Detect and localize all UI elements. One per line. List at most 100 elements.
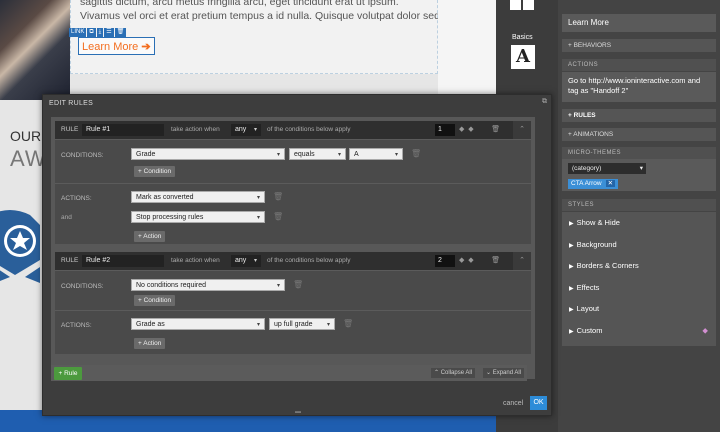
style-label: Background <box>576 239 617 249</box>
rule-controls: ◆ ◆ 🗑 <box>459 125 500 133</box>
delete-condition-icon[interactable]: 🗑 <box>411 149 421 158</box>
take-action-label: take action when <box>171 126 220 133</box>
link-label[interactable]: LINK <box>69 28 87 37</box>
rule-label: RULE <box>61 126 79 133</box>
condition-field-select[interactable]: Grade <box>131 148 285 161</box>
delete-action-icon[interactable]: 🗑 <box>273 192 283 201</box>
action-select[interactable]: Grade as <box>131 318 265 331</box>
actions-header: ACTIONS <box>562 59 716 71</box>
styles-list: ▶ Show & Hide ▶ Background ▶ Borders & Corn… <box>562 212 716 346</box>
move-down-icon[interactable]: ◆ <box>468 257 473 264</box>
conditions-section: CONDITIONS: No conditions required 🗑 + C… <box>55 270 531 310</box>
heading-text: OUR <box>10 128 42 144</box>
text-tool-icon[interactable]: A <box>511 45 535 69</box>
download-icon[interactable]: ⤓ <box>96 28 104 37</box>
condition-operator-select[interactable]: equals <box>289 148 346 161</box>
actions-label: ACTIONS: <box>61 322 92 329</box>
match-select[interactable]: any <box>231 255 261 267</box>
delete-condition-icon[interactable]: 🗑 <box>293 280 303 289</box>
condition-value-select[interactable]: A <box>349 148 403 161</box>
style-show-hide[interactable]: ▶ Show & Hide <box>562 212 716 234</box>
actions-section: ACTIONS: Mark as converted 🗑 and Stop pr… <box>55 183 531 244</box>
collapse-rule-icon[interactable]: ⌃ <box>513 121 531 139</box>
rules-list: RULE Rule #1 take action when any of the… <box>51 117 535 379</box>
action-select[interactable]: Mark as converted <box>131 191 265 204</box>
layout-grid-icon[interactable] <box>510 0 534 10</box>
collapse-all-button[interactable]: ⌃ Collapse All <box>431 368 476 378</box>
conditions-label: CONDITIONS: <box>61 283 104 290</box>
actions-summary[interactable]: Go to http://www.ioninteractive.com and … <box>562 72 716 102</box>
rule-card: RULE Rule #1 take action when any of the… <box>55 121 531 244</box>
and-label: and <box>61 214 72 221</box>
resize-grip-icon[interactable]: ▬ <box>295 409 301 415</box>
trash-icon[interactable]: 🗑 <box>114 28 127 37</box>
move-down-icon[interactable]: ◆ <box>468 126 473 133</box>
learn-more-link[interactable]: Learn More ➔ <box>78 37 155 55</box>
rules-toggle[interactable]: + RULES <box>562 109 716 122</box>
arrow-right-icon: ➔ <box>141 41 151 53</box>
move-up-icon[interactable]: ◆ <box>459 126 464 133</box>
properties-panel: Learn More + BEHAVIORS ACTIONS Go to htt… <box>558 0 720 432</box>
styles-header: STYLES <box>562 199 716 211</box>
take-action-label: take action when <box>171 257 220 264</box>
expand-triangle-icon: ▶ <box>569 328 574 335</box>
body-text-line: sagittis dictum, arcu metus fringilla ar… <box>80 0 399 8</box>
actions-label: ACTIONS: <box>61 195 92 202</box>
popout-icon[interactable]: ⧉ <box>542 98 547 106</box>
priority-input[interactable]: 2 <box>435 255 455 267</box>
add-action-button[interactable]: + Action <box>134 338 166 349</box>
delete-action-icon[interactable]: 🗑 <box>273 212 283 221</box>
rule-card: RULE Rule #2 take action when any of the… <box>55 252 531 354</box>
condition-field-select[interactable]: No conditions required <box>131 279 285 292</box>
remove-tag-icon[interactable]: ✕ <box>605 180 616 187</box>
ok-button[interactable]: OK <box>530 396 547 410</box>
expand-triangle-icon: ▶ <box>569 221 574 227</box>
animations-toggle[interactable]: + ANIMATIONS <box>562 128 716 141</box>
add-action-button[interactable]: + Action <box>134 231 166 242</box>
style-effects[interactable]: ▶ Effects <box>562 277 716 299</box>
link-toolbar: LINK ⧉ ⤓ ☰ 🗑 <box>69 28 127 37</box>
delete-rule-icon[interactable]: 🗑 <box>491 126 500 133</box>
add-condition-button[interactable]: + Condition <box>134 166 176 177</box>
add-condition-button[interactable]: + Condition <box>134 295 176 306</box>
list-icon[interactable]: ☰ <box>104 28 114 37</box>
cancel-button[interactable]: cancel <box>503 400 523 407</box>
rule-name-input[interactable]: Rule #1 <box>82 124 164 136</box>
collapse-rule-icon[interactable]: ⌃ <box>513 252 531 270</box>
category-select[interactable]: (category) <box>568 163 646 174</box>
apply-label: of the conditions below apply <box>267 126 351 133</box>
cta-arrow-tag: CTA Arrow ✕ <box>568 179 619 189</box>
learn-more-label: Learn More <box>82 41 139 53</box>
selected-element-name: Learn More <box>562 14 716 32</box>
priority-input[interactable]: 1 <box>435 124 455 136</box>
behaviors-toggle[interactable]: + BEHAVIORS <box>562 39 716 52</box>
conditions-section: CONDITIONS: Grade equals A 🗑 + Condition <box>55 139 531 183</box>
style-custom[interactable]: ▶ Custom ⬥ <box>562 320 716 342</box>
style-label: Show & Hide <box>576 218 620 227</box>
style-label: Custom <box>576 325 603 335</box>
expand-all-button[interactable]: ⌄ Expand All <box>483 368 525 378</box>
body-text-line: Vivamus vel orci et erat pretium tempus … <box>80 10 440 22</box>
actions-section: ACTIONS: Grade as up full grade 🗑 + Acti… <box>55 310 531 354</box>
style-background[interactable]: ▶ Background <box>562 234 716 256</box>
style-borders-corners[interactable]: ▶ Borders & Corners <box>562 255 716 277</box>
micro-themes-header: MICRO-THEMES <box>562 147 716 159</box>
conditions-label: CONDITIONS: <box>61 152 104 159</box>
match-select[interactable]: any <box>231 124 261 136</box>
delete-action-icon[interactable]: 🗑 <box>343 319 353 328</box>
action-value-select[interactable]: up full grade <box>269 318 335 331</box>
delete-rule-icon[interactable]: 🗑 <box>491 257 500 264</box>
style-label: Layout <box>576 304 600 313</box>
rules-footer: + Rule ⌃ Collapse All ⌄ Expand All <box>51 365 527 381</box>
award-badge-icon <box>0 210 40 283</box>
style-layout[interactable]: ▶ Layout <box>562 298 716 320</box>
move-up-icon[interactable]: ◆ <box>459 257 464 264</box>
duplicate-icon[interactable]: ⧉ <box>87 28 96 37</box>
action-select[interactable]: Stop processing rules <box>131 211 265 224</box>
droplet-icon: ⬥ <box>702 325 708 335</box>
rule-controls: ◆ ◆ 🗑 <box>459 256 500 264</box>
rule-name-input[interactable]: Rule #2 <box>82 255 164 267</box>
tag-label: CTA Arrow <box>571 180 602 187</box>
expand-triangle-icon: ▶ <box>569 285 574 292</box>
add-rule-button[interactable]: + Rule <box>54 367 82 380</box>
